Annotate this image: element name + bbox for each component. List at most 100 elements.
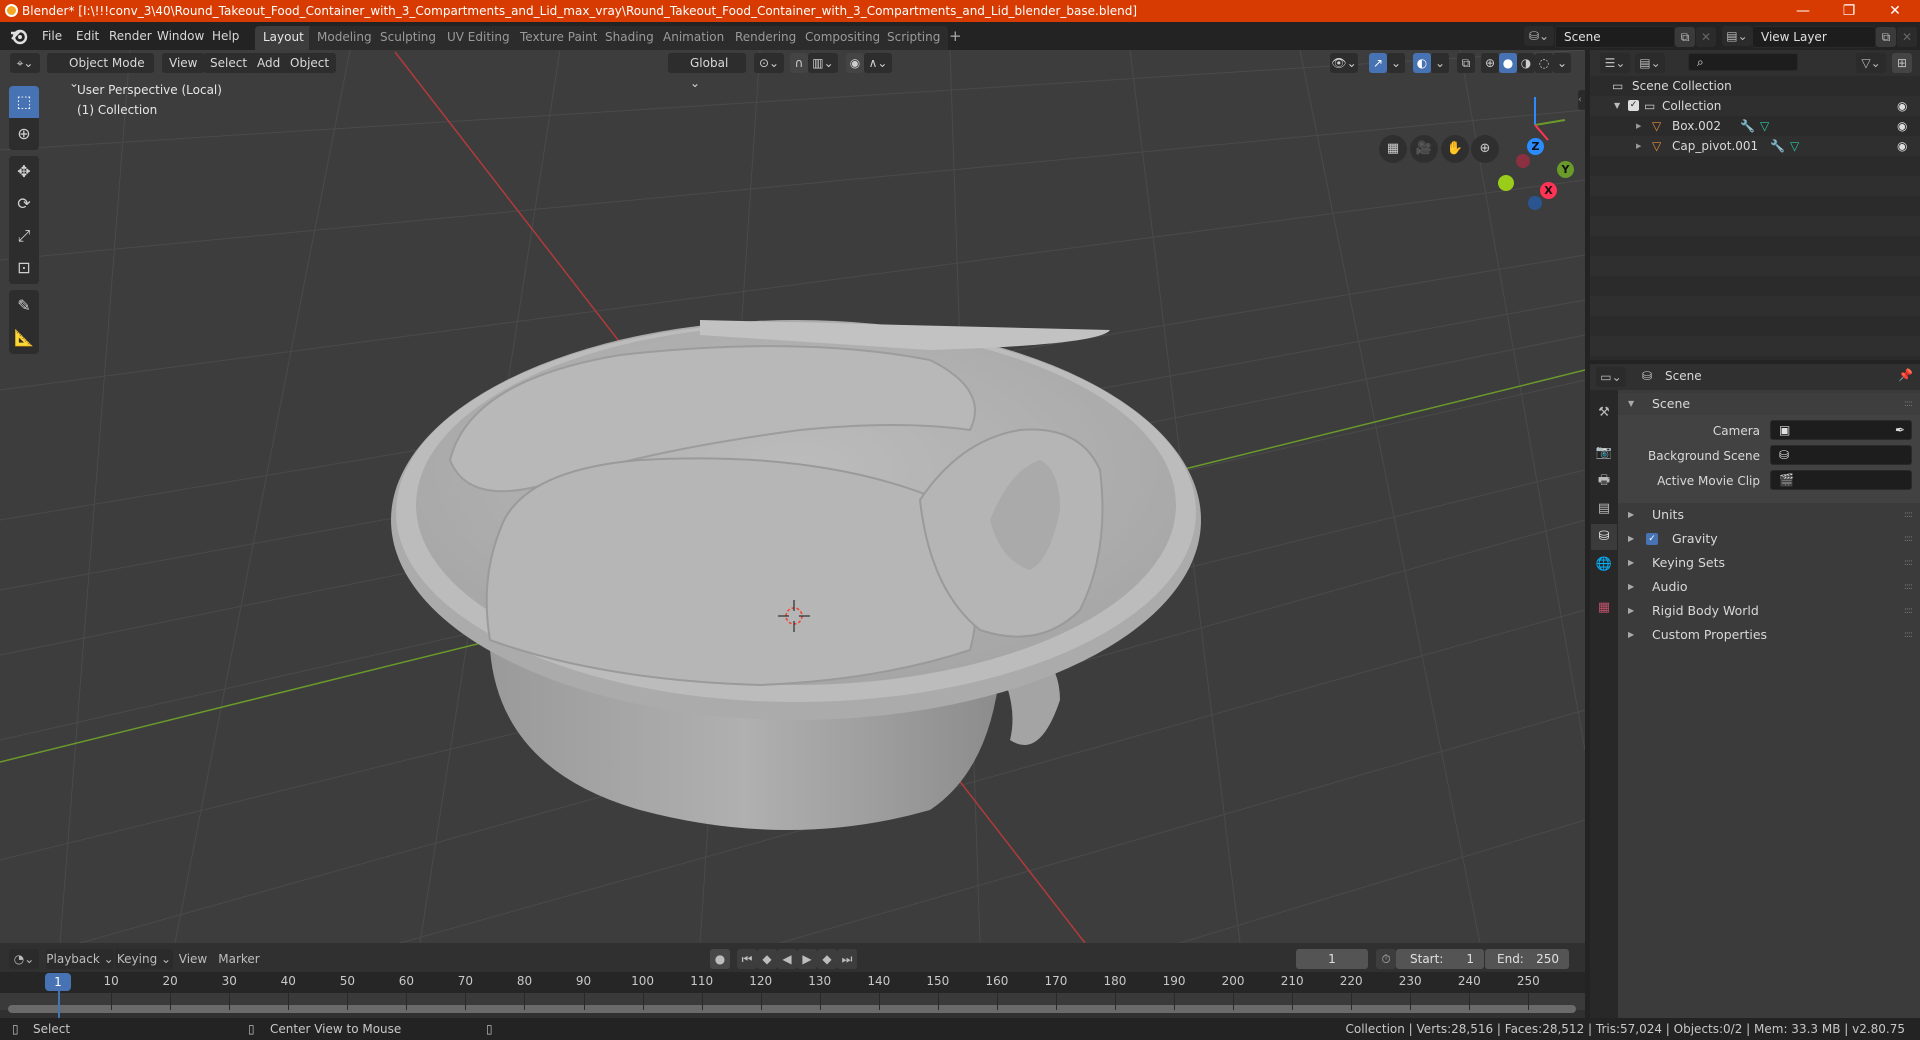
snap-toggle-icon[interactable]: ∩	[790, 53, 808, 73]
tool-tab-icon[interactable]: ⚒	[1591, 400, 1617, 426]
play-reverse-icon[interactable]: ◀	[777, 949, 797, 969]
menu-file[interactable]: File	[37, 27, 67, 45]
tab-animation[interactable]: Animation	[655, 26, 733, 50]
end-frame-field[interactable]: End: 250	[1485, 949, 1569, 969]
shading-dropdown-icon[interactable]: ⌄	[1553, 53, 1571, 73]
world-tab-icon[interactable]: 🌐	[1591, 552, 1617, 578]
tab-scripting[interactable]: Scripting	[879, 26, 949, 50]
scene-name-field[interactable]: Scene	[1555, 26, 1675, 48]
camera-view-icon[interactable]: 🎥	[1410, 135, 1438, 163]
menu-window[interactable]: Window	[152, 27, 209, 45]
gizmo-toggle-icon[interactable]: ↗	[1369, 53, 1387, 73]
menu-render[interactable]: Render	[104, 27, 157, 45]
xray-toggle-icon[interactable]: ⧉	[1457, 53, 1475, 73]
transform-tool-icon[interactable]: ⊡	[9, 252, 39, 284]
outliner-search-input[interactable]: ⌕	[1688, 53, 1798, 71]
proportional-edit-icon[interactable]: ◉	[846, 53, 864, 73]
sidebar-toggle-icon[interactable]: ‹	[1578, 90, 1585, 110]
tab-shading[interactable]: Shading	[597, 26, 662, 50]
close-button[interactable]: ✕	[1872, 0, 1918, 22]
delete-scene-icon[interactable]: ✕	[1696, 27, 1716, 47]
mesh-data-icon[interactable]: ▽	[1760, 116, 1769, 136]
annotate-tool-icon[interactable]: ✎	[9, 290, 39, 322]
gizmo-dropdown-icon[interactable]: ⌄	[1387, 53, 1405, 73]
modifier-wrench-icon[interactable]: 🔧	[1770, 136, 1785, 156]
selectability-icon[interactable]: 👁⌄	[1330, 53, 1358, 73]
blender-logo-icon[interactable]	[10, 27, 28, 45]
playback-menu[interactable]: Playback ⌄	[46, 949, 114, 969]
overlays-toggle-icon[interactable]: ◐	[1413, 53, 1431, 73]
expand-arrow-icon[interactable]: ▼	[1614, 96, 1620, 116]
tab-modeling[interactable]: Modeling	[309, 26, 380, 50]
menu-add[interactable]: Add	[250, 53, 288, 73]
gizmo-neg-y-icon[interactable]	[1498, 175, 1514, 191]
pin-icon[interactable]: 📌	[1898, 368, 1913, 382]
outliner-row-scene-collection[interactable]: ▭ Scene Collection	[1590, 76, 1920, 96]
tab-compositing[interactable]: Compositing	[797, 26, 889, 50]
gizmo-z-axis[interactable]: Z	[1527, 138, 1544, 155]
snap-target-icon[interactable]: ▥⌄	[808, 53, 838, 73]
playhead-frame-badge[interactable]: 1	[45, 973, 71, 991]
move-tool-icon[interactable]: ✥	[9, 156, 39, 188]
expand-arrow-icon[interactable]: ▶	[1636, 136, 1641, 156]
drag-grip-icon[interactable]: ::::	[1904, 600, 1913, 622]
menu-help[interactable]: Help	[207, 27, 244, 45]
next-keyframe-icon[interactable]: ◆	[817, 949, 837, 969]
overlays-dropdown-icon[interactable]: ⌄	[1431, 53, 1449, 73]
camera-field[interactable]: ▣ ✒	[1770, 420, 1912, 440]
new-scene-icon[interactable]: ⧉	[1675, 27, 1695, 47]
delete-view-layer-icon[interactable]: ✕	[1897, 27, 1917, 47]
rigid-body-world-panel[interactable]: ▶ Rigid Body World ::::	[1618, 600, 1920, 622]
collection-checkbox[interactable]: ✓	[1628, 100, 1639, 111]
transform-orientation-dropdown[interactable]: Global ⌄	[668, 53, 746, 90]
gizmo-neg-x-icon[interactable]	[1516, 154, 1530, 168]
shading-wireframe-icon[interactable]: ⊕	[1481, 53, 1499, 73]
visibility-eye-icon[interactable]: ◉	[1897, 136, 1907, 156]
background-scene-field[interactable]: ⛁	[1770, 445, 1912, 465]
scene-tab-icon[interactable]: ⛁	[1591, 524, 1617, 550]
outliner-row-collection[interactable]: ▼ ✓ ▭ Collection ◉	[1590, 96, 1920, 116]
eyedropper-icon[interactable]: ✒	[1895, 421, 1905, 439]
tab-sculpting[interactable]: Sculpting	[372, 26, 445, 50]
menu-view[interactable]: View	[162, 53, 205, 73]
view-layer-browse-icon[interactable]: ▤⌄	[1722, 26, 1752, 46]
menu-select[interactable]: Select	[203, 53, 255, 73]
shading-rendered-icon[interactable]: ◌	[1535, 53, 1553, 73]
display-mode-icon[interactable]: ▤⌄	[1635, 53, 1665, 73]
jump-end-icon[interactable]: ⏭	[837, 949, 857, 969]
outliner-editor-type-icon[interactable]: ☰⌄	[1600, 53, 1630, 73]
view-layer-name-field[interactable]: View Layer	[1752, 26, 1876, 48]
output-tab-icon[interactable]: 🖶	[1591, 468, 1617, 494]
menu-object[interactable]: Object	[283, 53, 337, 73]
record-button-icon[interactable]: ●	[710, 949, 730, 969]
pan-view-icon[interactable]: ✋	[1441, 135, 1469, 163]
pivot-point-icon[interactable]: ⊙⌄	[754, 53, 784, 73]
keying-sets-panel[interactable]: ▶ Keying Sets ::::	[1618, 552, 1920, 574]
start-frame-field[interactable]: Start: 1	[1396, 949, 1484, 969]
outliner-row-object[interactable]: ▶ ▽ Cap_pivot.001 🔧 ▽ ◉	[1590, 136, 1920, 156]
menu-edit[interactable]: Edit	[71, 27, 104, 45]
add-workspace-button[interactable]: +	[944, 27, 967, 45]
mesh-data-icon[interactable]: ▽	[1790, 136, 1799, 156]
tab-rendering[interactable]: Rendering	[727, 26, 805, 50]
maximize-button[interactable]: ❐	[1826, 0, 1872, 22]
texture-tab-icon[interactable]: ▦	[1591, 595, 1617, 621]
shading-material-icon[interactable]: ◑	[1517, 53, 1535, 73]
gravity-panel[interactable]: ▶ ✓ Gravity ::::	[1618, 528, 1920, 550]
keying-menu[interactable]: Keying ⌄	[115, 949, 173, 969]
cursor-tool-icon[interactable]: ⊕	[9, 118, 39, 150]
outliner-row-object[interactable]: ▶ ▽ Box.002 🔧 ▽ ◉	[1590, 116, 1920, 136]
drag-grip-icon[interactable]: ::::	[1904, 504, 1913, 526]
gizmo-x-axis[interactable]: X	[1540, 182, 1557, 199]
view-layer-tab-icon[interactable]: ▤	[1591, 496, 1617, 522]
drag-grip-icon[interactable]: ::::	[1904, 393, 1913, 415]
new-view-layer-icon[interactable]: ⧉	[1876, 27, 1896, 47]
audio-panel[interactable]: ▶ Audio ::::	[1618, 576, 1920, 598]
prev-keyframe-icon[interactable]: ◆	[757, 949, 777, 969]
select-box-tool-icon[interactable]: ⬚	[9, 86, 39, 118]
drag-grip-icon[interactable]: ::::	[1904, 528, 1913, 550]
play-icon[interactable]: ▶	[797, 949, 817, 969]
scale-tool-icon[interactable]: ⤢	[9, 220, 39, 252]
rotate-tool-icon[interactable]: ⟳	[9, 188, 39, 220]
minimize-button[interactable]: —	[1780, 0, 1826, 22]
